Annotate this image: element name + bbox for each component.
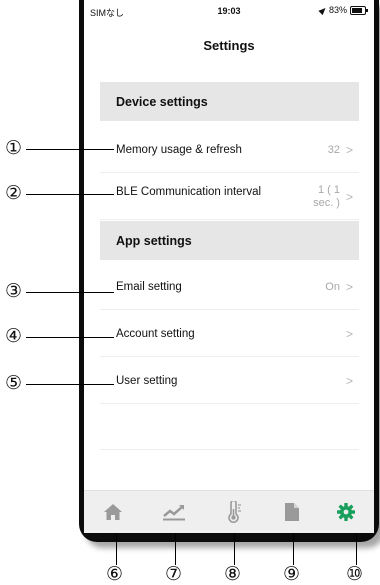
row-label: Memory usage & refresh bbox=[116, 143, 242, 156]
battery-icon bbox=[350, 5, 368, 15]
tab-bar bbox=[84, 490, 374, 533]
row-memory-usage[interactable]: Memory usage & refresh 32 > bbox=[100, 127, 359, 173]
ble-value: 1 ( 1 sec. ) bbox=[313, 184, 340, 210]
row-ble-interval[interactable]: BLE Communication interval 1 ( 1 sec. ) … bbox=[100, 174, 359, 220]
leader-line-8 bbox=[234, 533, 235, 565]
row-label: BLE Communication interval bbox=[116, 185, 262, 198]
home-icon bbox=[104, 504, 122, 520]
section-header-app: App settings bbox=[100, 221, 359, 260]
callout-1: ① bbox=[5, 137, 23, 159]
section-header-device: Device settings bbox=[100, 82, 359, 121]
chevron-right-icon: > bbox=[345, 142, 353, 157]
row-label: User setting bbox=[116, 374, 178, 387]
leader-line-10 bbox=[356, 533, 357, 565]
row-label: Email setting bbox=[116, 280, 182, 293]
document-icon bbox=[285, 503, 299, 521]
tab-thermometer[interactable] bbox=[219, 499, 249, 525]
row-value: > bbox=[346, 374, 353, 388]
row-label: Account setting bbox=[116, 327, 195, 340]
callout-3: ③ bbox=[5, 280, 23, 302]
tab-document[interactable] bbox=[277, 499, 307, 525]
leader-line-3 bbox=[26, 292, 114, 293]
callout-9: ⑨ bbox=[283, 563, 301, 585]
row-account-setting[interactable]: Account setting > bbox=[100, 311, 359, 357]
row-user-setting[interactable]: User setting > bbox=[100, 358, 359, 404]
thermometer-icon bbox=[228, 501, 241, 523]
page-title: Settings bbox=[203, 38, 255, 53]
trend-chart-icon bbox=[163, 505, 185, 521]
leader-line-9 bbox=[293, 533, 294, 565]
chevron-right-icon: > bbox=[345, 326, 353, 341]
location-icon bbox=[318, 5, 328, 15]
gear-icon bbox=[337, 503, 355, 521]
chevron-right-icon: > bbox=[345, 279, 353, 294]
memory-value: 32 bbox=[327, 143, 340, 156]
divider bbox=[100, 449, 359, 450]
leader-line-1 bbox=[26, 149, 114, 150]
callout-8: ⑧ bbox=[224, 563, 242, 585]
battery-percent: 83% bbox=[328, 5, 347, 15]
callout-6: ⑥ bbox=[106, 563, 124, 585]
leader-line-2 bbox=[26, 194, 114, 195]
callout-4: ④ bbox=[5, 325, 23, 347]
leader-line-5 bbox=[26, 384, 114, 385]
callout-2: ② bbox=[5, 182, 23, 204]
callout-7: ⑦ bbox=[165, 563, 183, 585]
leader-line-7 bbox=[175, 533, 176, 565]
callout-5: ⑤ bbox=[5, 372, 23, 394]
tab-trend[interactable] bbox=[159, 499, 189, 525]
row-value: On > bbox=[325, 280, 353, 294]
phone-screen: SIMなし 19:03 83% Settings Device settings… bbox=[84, 0, 374, 533]
status-bar: SIMなし 19:03 83% bbox=[84, 0, 374, 26]
ble-value-line2: sec. ) bbox=[313, 196, 340, 209]
email-value: On bbox=[325, 280, 340, 293]
tab-settings[interactable] bbox=[331, 499, 361, 525]
row-value: 32 > bbox=[328, 143, 353, 157]
tab-home[interactable] bbox=[98, 499, 128, 525]
leader-line-4 bbox=[26, 337, 114, 338]
chevron-right-icon: > bbox=[345, 189, 353, 204]
status-right: 83% bbox=[318, 5, 368, 15]
chevron-right-icon: > bbox=[345, 373, 353, 388]
callout-10: ⑩ bbox=[346, 563, 364, 585]
row-value: > bbox=[346, 327, 353, 341]
leader-line-6 bbox=[116, 533, 117, 565]
row-email-setting[interactable]: Email setting On > bbox=[100, 264, 359, 310]
row-value: 1 ( 1 sec. ) > bbox=[313, 184, 353, 210]
ble-value-line1: 1 ( 1 bbox=[317, 183, 340, 196]
